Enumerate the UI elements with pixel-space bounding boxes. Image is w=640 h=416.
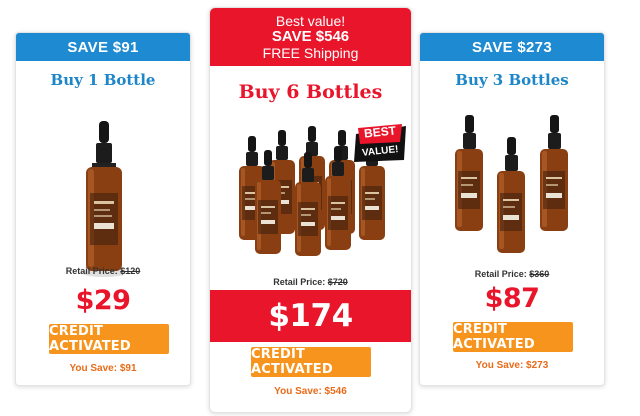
- offer-price: $87: [484, 283, 540, 314]
- dropper-bottle-icon: [455, 115, 568, 253]
- offer-heading: Buy 3 Bottles: [455, 71, 569, 89]
- credit-activated-button[interactable]: CREDIT ACTIVATED: [49, 324, 169, 354]
- banner-free-shipping: FREE Shipping: [262, 45, 359, 61]
- dropper-bottle-icon: [82, 121, 126, 277]
- retail-price-line: Retail Price: $120: [16, 266, 190, 276]
- banner-best-value: Best value!: [275, 13, 346, 29]
- offer-heading: Buy 6 Bottles: [238, 81, 383, 103]
- offer-price: $174: [210, 290, 411, 342]
- offer-card-6-bottles: Best value! SAVE $546 FREE Shipping Buy …: [209, 7, 412, 413]
- offer-card-3-bottles: SAVE $273 Buy 3 Bottles Retail Price: $3…: [419, 32, 605, 386]
- you-save-text: You Save: $91: [69, 363, 137, 374]
- save-banner: SAVE $91: [16, 33, 190, 61]
- you-save-text: You Save: $273: [475, 360, 549, 371]
- retail-label: Retail Price:: [273, 277, 326, 287]
- best-value-badge: BEST VALUE!: [352, 123, 410, 169]
- banner-save-amount: SAVE $546: [271, 28, 350, 45]
- retail-price-line: Retail Price: $360: [420, 269, 604, 279]
- retail-price: $720: [327, 277, 348, 287]
- retail-price: $120: [120, 266, 141, 276]
- credit-activated-button[interactable]: CREDIT ACTIVATED: [453, 322, 573, 352]
- offer-heading: Buy 1 Bottle: [50, 71, 156, 89]
- offer-price: $29: [75, 285, 131, 316]
- offer-card-1-bottle: SAVE $91 Buy 1 Bottle Retail Price: $120…: [15, 32, 191, 386]
- bottle-group: [16, 115, 190, 285]
- retail-label: Retail Price:: [65, 266, 118, 276]
- best-value-banner: Best value! SAVE $546 FREE Shipping: [210, 8, 411, 66]
- you-save-text: You Save: $546: [274, 386, 347, 397]
- bottle-group: [420, 109, 604, 285]
- credit-activated-button[interactable]: CREDIT ACTIVATED: [251, 347, 371, 377]
- retail-price-line: Retail Price: $720: [210, 277, 411, 287]
- save-banner: SAVE $273: [420, 33, 604, 61]
- product-image: [82, 121, 126, 277]
- retail-label: Retail Price:: [474, 269, 527, 279]
- retail-price: $360: [529, 269, 550, 279]
- product-image: [455, 115, 568, 253]
